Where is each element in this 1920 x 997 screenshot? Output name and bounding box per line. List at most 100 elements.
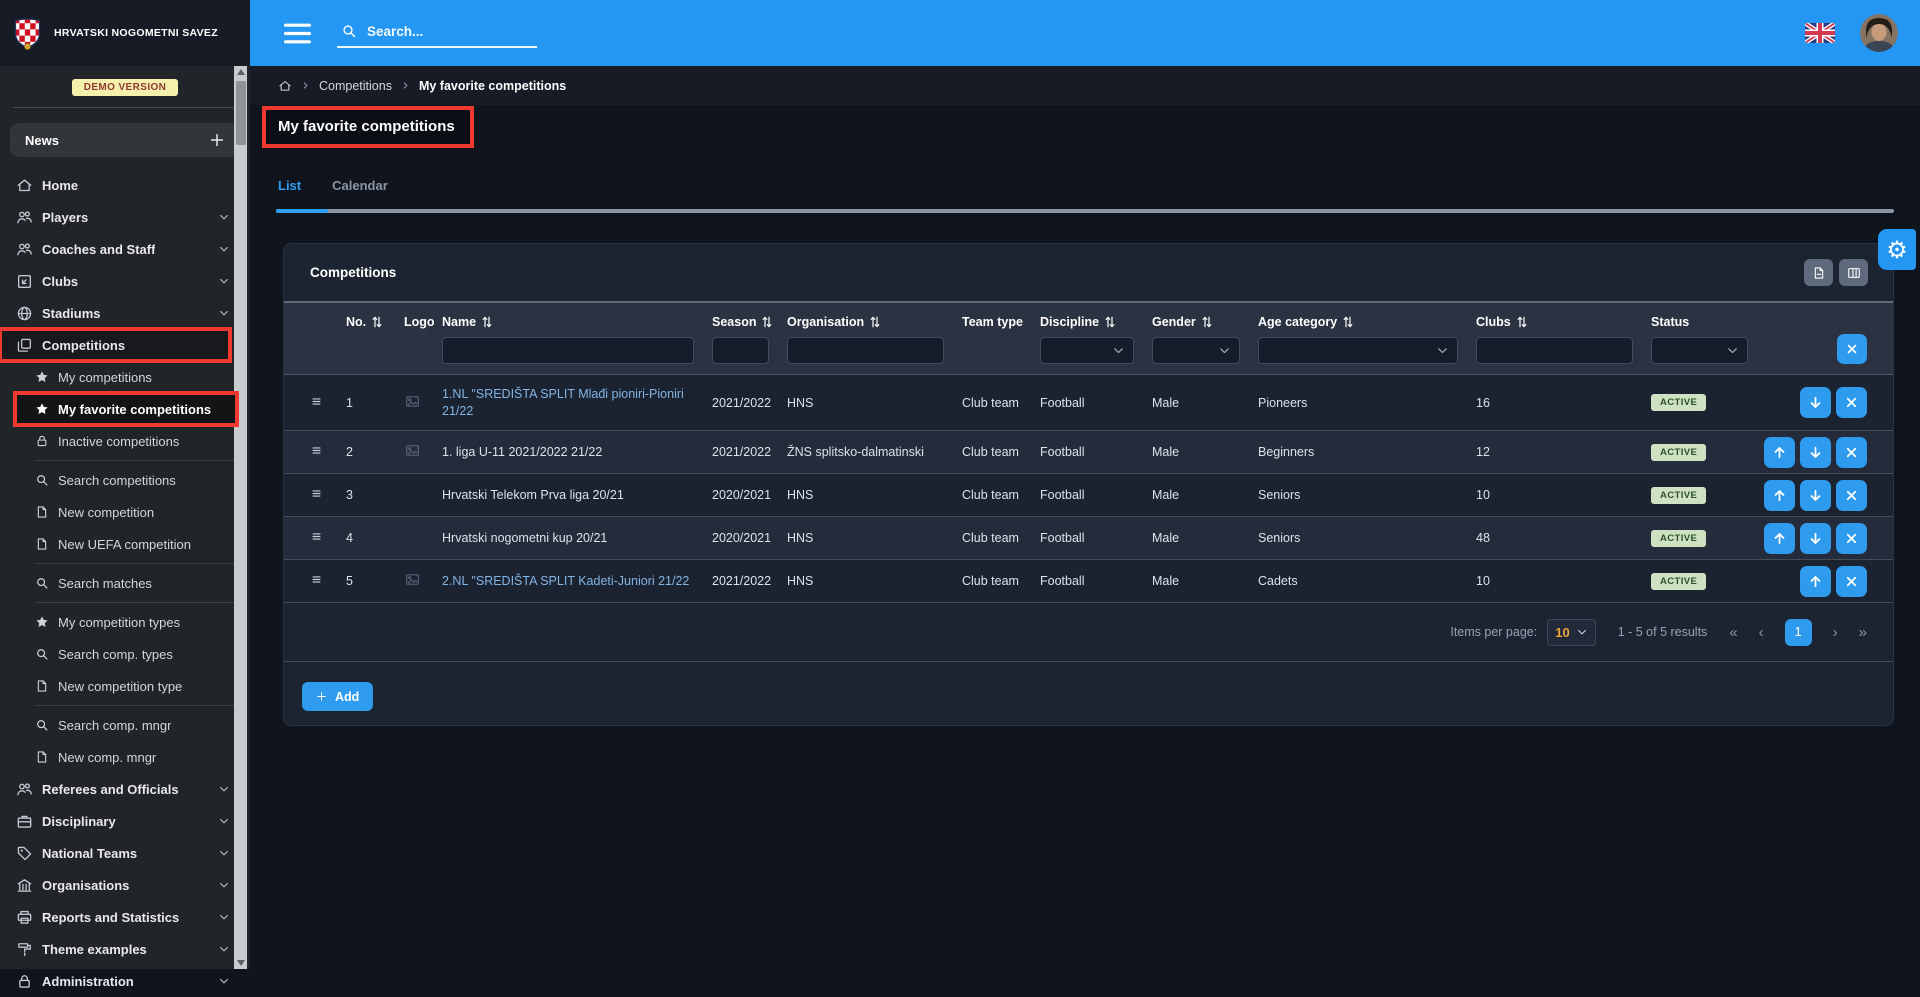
column-label[interactable]: No. (346, 313, 404, 331)
current-page-button[interactable]: 1 (1785, 619, 1812, 646)
sidebar-item-inactive-competitions[interactable]: Inactive competitions (0, 425, 250, 457)
home-icon[interactable] (278, 79, 292, 93)
sidebar-item-clubs[interactable]: Clubs (0, 265, 250, 297)
drag-handle-icon[interactable] (310, 445, 323, 456)
items-per-page-select[interactable]: 10 (1547, 619, 1595, 646)
column-label[interactable]: Name (442, 313, 712, 331)
news-button[interactable]: News (10, 123, 240, 157)
file-export-button[interactable] (1804, 259, 1833, 286)
previous-page-button[interactable]: ‹ (1759, 625, 1764, 640)
user-avatar[interactable] (1860, 14, 1898, 52)
sidebar-item-my-competitions[interactable]: My competitions (0, 361, 250, 393)
sidebar-item-organisations[interactable]: Organisations (0, 869, 250, 901)
sidebar-item-search-comp-mngr[interactable]: Search comp. mngr (0, 709, 250, 741)
filter-input-clubs[interactable] (1476, 337, 1633, 364)
move-up-button[interactable] (1800, 566, 1831, 597)
competition-name-link[interactable]: Hrvatski Telekom Prva liga 20/21 (442, 488, 642, 502)
scroll-down-arrow-icon[interactable] (237, 960, 245, 966)
move-down-button[interactable] (1800, 480, 1831, 511)
language-flag-icon[interactable] (1805, 23, 1835, 43)
sort-icon[interactable] (372, 316, 382, 328)
filter-input-organisation[interactable] (787, 337, 944, 364)
competition-name-link[interactable]: Hrvatski nogometni kup 20/21 (442, 531, 625, 545)
sidebar-item-search-matches[interactable]: Search matches (0, 567, 250, 599)
scroll-up-arrow-icon[interactable] (237, 69, 245, 75)
sidebar-item-home[interactable]: Home (0, 169, 250, 201)
sidebar-item-competitions[interactable]: Competitions (0, 329, 230, 361)
remove-favorite-button[interactable] (1836, 566, 1867, 597)
column-label[interactable]: Age category (1258, 313, 1476, 331)
filter-select-status[interactable] (1651, 337, 1748, 364)
competition-name-link[interactable]: 2.NL "SREDIŠTA SPLIT Kadeti-Juniori 21/2… (442, 574, 707, 588)
move-down-button[interactable] (1800, 387, 1831, 418)
sidebar-item-players[interactable]: Players (0, 201, 250, 233)
sidebar-item-coaches-and-staff[interactable]: Coaches and Staff (0, 233, 250, 265)
global-search[interactable] (337, 18, 537, 48)
sidebar-item-administration[interactable]: Administration (0, 965, 250, 997)
competition-name-link[interactable]: 1.NL "SREDIŠTA SPLIT Mlađi pioniri-Pioni… (442, 387, 684, 418)
breadcrumb-item-my-favorite-competitions[interactable]: My favorite competitions (419, 79, 566, 93)
move-down-button[interactable] (1800, 437, 1831, 468)
sidebar-item-my-favorite-competitions[interactable]: My favorite competitions (15, 393, 237, 425)
sidebar-item-referees-and-officials[interactable]: Referees and Officials (0, 773, 250, 805)
remove-favorite-button[interactable] (1836, 523, 1867, 554)
filter-select-gender[interactable] (1152, 337, 1240, 364)
sidebar-item-new-comp-mngr[interactable]: New comp. mngr (0, 741, 250, 773)
sort-icon[interactable] (482, 316, 492, 328)
drag-handle-icon[interactable] (310, 531, 323, 542)
sort-icon[interactable] (1517, 316, 1527, 328)
sort-icon[interactable] (1105, 316, 1115, 328)
column-label[interactable]: Organisation (787, 313, 962, 331)
sidebar-item-my-competition-types[interactable]: My competition types (0, 606, 250, 638)
remove-favorite-button[interactable] (1836, 387, 1867, 418)
column-label[interactable]: Discipline (1040, 313, 1152, 331)
competition-name-link[interactable]: 1. liga U-11 2021/2022 21/22 (442, 445, 620, 459)
filter-input-season[interactable] (712, 337, 769, 364)
tab-list[interactable]: List (278, 178, 301, 193)
sidebar-item-new-competition[interactable]: New competition (0, 496, 250, 528)
sort-icon[interactable] (762, 316, 772, 328)
filter-select-age_category[interactable] (1258, 337, 1458, 364)
hamburger-menu-icon[interactable] (284, 23, 311, 44)
last-page-button[interactable]: » (1859, 625, 1867, 640)
sort-icon[interactable] (1202, 316, 1212, 328)
sidebar-item-new-competition-type[interactable]: New competition type (0, 670, 250, 702)
search-input[interactable] (367, 24, 507, 39)
sidebar-item-theme-examples[interactable]: Theme examples (0, 933, 250, 965)
sidebar-item-stadiums[interactable]: Stadiums (0, 297, 250, 329)
add-button[interactable]: Add (302, 682, 373, 711)
tab-calendar[interactable]: Calendar (332, 178, 388, 193)
sidebar-item-disciplinary[interactable]: Disciplinary (0, 805, 250, 837)
filter-input-name[interactable] (442, 337, 694, 364)
sidebar-item-reports-and-statistics[interactable]: Reports and Statistics (0, 901, 250, 933)
settings-gear-button[interactable]: ⚙ (1878, 229, 1916, 270)
column-label[interactable]: Gender (1152, 313, 1258, 331)
scrollbar-thumb[interactable] (236, 81, 246, 145)
filter-select-discipline[interactable] (1040, 337, 1134, 364)
drag-handle-icon[interactable] (310, 574, 323, 585)
sidebar-item-search-comp-types[interactable]: Search comp. types (0, 638, 250, 670)
sidebar-item-national-teams[interactable]: National Teams (0, 837, 250, 869)
sidebar-item-search-competitions[interactable]: Search competitions (0, 464, 250, 496)
move-up-button[interactable] (1764, 523, 1795, 554)
move-up-button[interactable] (1764, 480, 1795, 511)
remove-favorite-button[interactable] (1836, 437, 1867, 468)
column-layout-button[interactable] (1839, 259, 1868, 286)
column-label[interactable]: Clubs (1476, 313, 1651, 331)
clear-filters-button[interactable] (1837, 334, 1867, 364)
sort-icon[interactable] (1343, 316, 1353, 328)
move-up-button[interactable] (1764, 437, 1795, 468)
drag-handle-icon[interactable] (310, 396, 323, 407)
sidebar-item-new-uefa-competition[interactable]: New UEFA competition (0, 528, 250, 560)
next-page-button[interactable]: › (1833, 625, 1838, 640)
move-down-button[interactable] (1800, 523, 1831, 554)
sort-icon[interactable] (870, 316, 880, 328)
cell-name: 1. liga U-11 2021/2022 21/22 (442, 444, 712, 461)
breadcrumb-item-competitions[interactable]: Competitions (319, 79, 392, 93)
column-label[interactable]: Season (712, 313, 787, 331)
drag-handle-icon[interactable] (310, 488, 323, 499)
first-page-button[interactable]: « (1729, 625, 1737, 640)
remove-favorite-button[interactable] (1836, 480, 1867, 511)
sidebar-scrollbar[interactable] (234, 66, 247, 969)
add-news-icon[interactable] (209, 132, 225, 148)
